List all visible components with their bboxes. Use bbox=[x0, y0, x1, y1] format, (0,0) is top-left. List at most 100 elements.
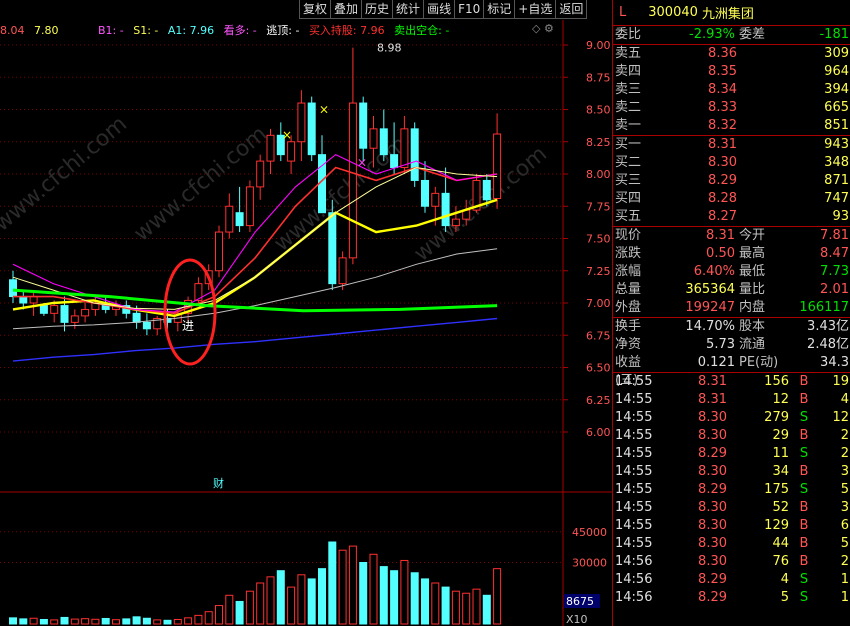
fundamental-label: 收益(三) bbox=[615, 355, 642, 388]
ask-label: 卖三 bbox=[615, 82, 642, 97]
tick-row: 14:55 8.30 34 B 3 bbox=[613, 463, 850, 481]
bid-price: 8.30 bbox=[708, 155, 737, 170]
toolbar-button[interactable]: 复权 bbox=[299, 0, 332, 19]
bid-book: 买一 8.31 943 买二 8.30 348 买三 8.29 871 买四 8.28 747 买五 8.… bbox=[613, 136, 850, 226]
volume-bar bbox=[482, 594, 491, 625]
tick-list[interactable]: 14:55 8.31 156 B 19 14:55 8.31 12 B 4 14:55 8.30 279… bbox=[613, 373, 850, 607]
tick-price: 8.31 bbox=[698, 392, 727, 407]
candle-body bbox=[256, 160, 265, 188]
tick-count: 2 bbox=[840, 428, 849, 443]
candle-body bbox=[328, 212, 337, 285]
bid-row[interactable]: 买四 8.28 747 bbox=[613, 190, 850, 208]
toolbar-button[interactable]: 返回 bbox=[555, 0, 588, 19]
volume-bar bbox=[472, 588, 481, 625]
ask-row[interactable]: 卖一 8.32 851 bbox=[613, 117, 850, 135]
volume-bar bbox=[451, 590, 460, 625]
tick-volume: 279 bbox=[764, 410, 789, 425]
quote-label: 总量 bbox=[615, 282, 642, 297]
fundamental-value: 2.48亿 bbox=[807, 337, 849, 352]
toolbar-button[interactable]: +自选 bbox=[514, 0, 557, 19]
ask-label: 卖五 bbox=[615, 46, 642, 61]
bid-label: 买五 bbox=[615, 209, 642, 224]
volume-bar bbox=[400, 559, 409, 625]
tick-row: 14:55 8.30 129 B 6 bbox=[613, 517, 850, 535]
quote-value: 6.40% bbox=[693, 264, 735, 279]
bid-row[interactable]: 买五 8.27 93 bbox=[613, 208, 850, 226]
toolbar-button[interactable]: 画线 bbox=[423, 0, 456, 19]
toolbar-button[interactable]: 叠加 bbox=[330, 0, 363, 19]
tick-flag: S bbox=[799, 590, 809, 605]
tick-time: 14:56 bbox=[615, 590, 653, 605]
candle-body bbox=[9, 279, 17, 298]
tick-count: 5 bbox=[840, 482, 849, 497]
tick-price: 8.30 bbox=[698, 554, 727, 569]
ask-volume: 394 bbox=[824, 82, 849, 97]
fundamental-value: 3.43亿 bbox=[807, 319, 849, 334]
tick-row: 14:55 8.29 11 S 2 bbox=[613, 445, 850, 463]
candlestick-chart[interactable]: 9.00 8.75 8.50 8.25 8.00 7.75 7.50 7.25 7.00 6.75… bbox=[0, 20, 612, 626]
quote-value: 365364 bbox=[685, 282, 735, 297]
bid-row[interactable]: 买一 8.31 943 bbox=[613, 136, 850, 154]
bid-price: 8.27 bbox=[708, 209, 737, 224]
volume-bar bbox=[276, 570, 285, 625]
volume-axis-label: 45000 bbox=[572, 526, 607, 539]
tick-volume: 156 bbox=[764, 374, 789, 389]
tick-count: 19 bbox=[832, 374, 849, 389]
toolbar-button[interactable]: 标记 bbox=[483, 0, 516, 19]
quote-label: 外盘 bbox=[615, 300, 642, 315]
tick-count: 4 bbox=[840, 392, 849, 407]
quote-value: 7.73 bbox=[820, 264, 849, 279]
ma20-line bbox=[12, 153, 498, 313]
candle-body bbox=[482, 179, 491, 201]
candle-body bbox=[266, 134, 275, 162]
volume-bar bbox=[287, 586, 296, 625]
tick-count: 6 bbox=[840, 518, 849, 533]
ask-row[interactable]: 卖四 8.35 964 bbox=[613, 63, 850, 81]
volume-bar bbox=[493, 568, 502, 625]
price-axis-label: 7.25 bbox=[586, 265, 611, 278]
diff-value: -181 bbox=[819, 27, 849, 42]
volume-bar bbox=[70, 618, 79, 625]
price-axis-label: 8.00 bbox=[586, 168, 611, 181]
tick-volume: 76 bbox=[772, 554, 789, 569]
tick-flag: B bbox=[799, 554, 809, 569]
bid-label: 买四 bbox=[615, 191, 642, 206]
candle-body bbox=[369, 128, 378, 149]
tick-price: 8.31 bbox=[698, 374, 727, 389]
ask-row[interactable]: 卖五 8.36 309 bbox=[613, 45, 850, 63]
fundamental-label: 净资 bbox=[615, 337, 642, 352]
candle-body bbox=[451, 218, 460, 227]
bid-row[interactable]: 买三 8.29 871 bbox=[613, 172, 850, 190]
ask-row[interactable]: 卖三 8.34 394 bbox=[613, 81, 850, 99]
tick-volume: 34 bbox=[772, 464, 789, 479]
tick-price: 8.29 bbox=[698, 446, 727, 461]
quote-value: 0.50 bbox=[706, 246, 735, 261]
tick-volume: 4 bbox=[780, 572, 789, 587]
toolbar-button[interactable]: 历史 bbox=[361, 0, 394, 19]
volume-bar bbox=[359, 562, 368, 625]
candle-body bbox=[29, 296, 38, 304]
ask-volume: 964 bbox=[824, 64, 849, 79]
quote-row: 涨幅 6.40% 最低 7.73 bbox=[613, 263, 850, 281]
candle-body bbox=[235, 212, 244, 227]
tick-count: 1 bbox=[840, 572, 849, 587]
tick-flag: S bbox=[799, 572, 809, 587]
ask-volume: 309 bbox=[824, 46, 849, 61]
volume-bar bbox=[29, 617, 38, 625]
toolbar-button[interactable]: F10 bbox=[454, 0, 485, 19]
quote-panel: L 300040 九洲集团 委比 -2.93% 委差 -181 卖五 8.36 30… bbox=[612, 0, 850, 626]
toolbar-button[interactable]: 统计 bbox=[392, 0, 425, 19]
bid-volume: 348 bbox=[824, 155, 849, 170]
volume-bar bbox=[81, 618, 90, 625]
tick-price: 8.30 bbox=[698, 464, 727, 479]
tick-time: 14:55 bbox=[615, 536, 653, 551]
tick-flag: B bbox=[799, 536, 809, 551]
volume-bar bbox=[328, 541, 337, 625]
ask-row[interactable]: 卖二 8.33 665 bbox=[613, 99, 850, 117]
tick-count: 1 bbox=[840, 590, 849, 605]
tick-flag: S bbox=[799, 410, 809, 425]
volume-bar bbox=[101, 617, 110, 625]
tick-price: 8.30 bbox=[698, 410, 727, 425]
bid-row[interactable]: 买二 8.30 348 bbox=[613, 154, 850, 172]
quote-value: 7.81 bbox=[820, 228, 849, 243]
